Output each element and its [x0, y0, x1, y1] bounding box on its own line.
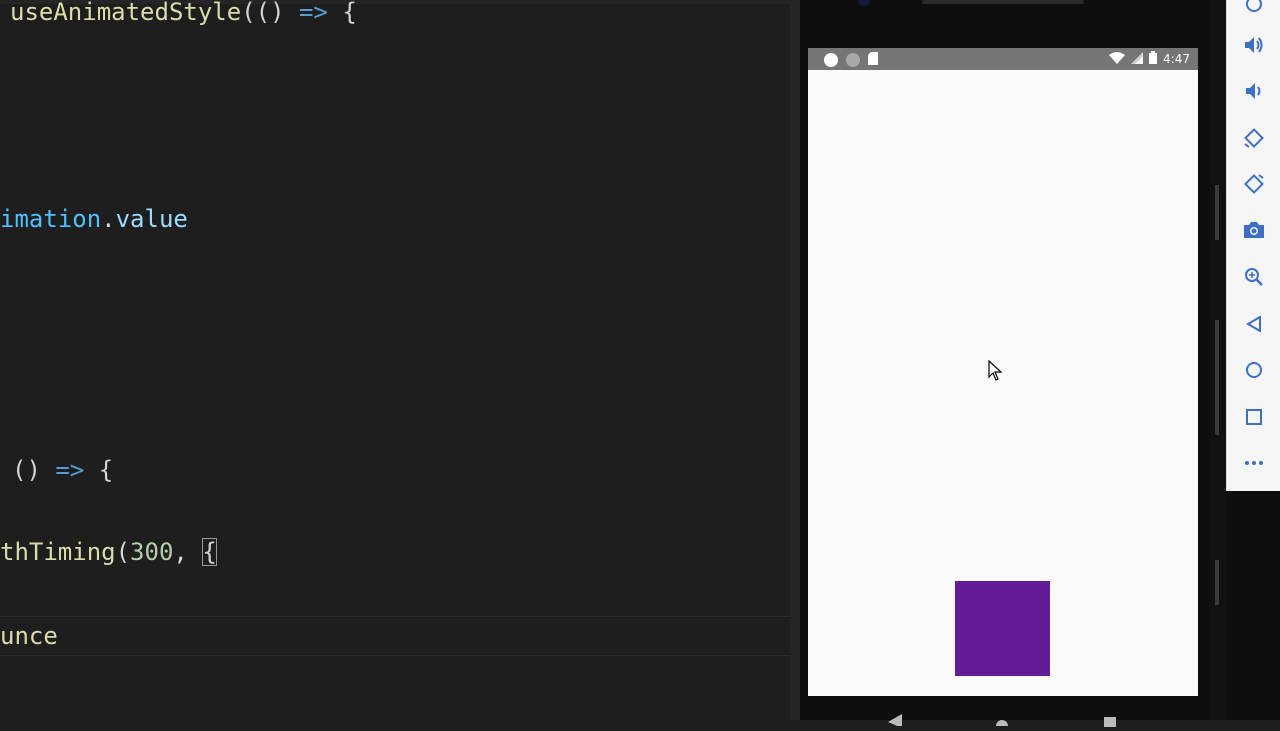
android-status-bar: 4:47	[808, 48, 1198, 70]
code-token: value	[115, 205, 188, 233]
code-token: {	[202, 538, 217, 566]
code-token: thTiming	[0, 538, 116, 566]
code-token: =>	[298, 0, 328, 26]
device-speaker	[922, 0, 1084, 4]
code-token: ()	[12, 456, 56, 484]
home-icon[interactable]	[1227, 350, 1280, 390]
code-editor[interactable]: useAnimatedStyle(() => { imation.value (…	[0, 0, 790, 720]
signal-icon	[1131, 51, 1144, 67]
camera-icon[interactable]	[1227, 210, 1280, 250]
code-token: .	[101, 205, 116, 233]
code-token: {	[84, 456, 114, 484]
code-token: 300	[130, 538, 174, 566]
mouse-cursor-icon	[988, 359, 1003, 386]
volume-down-icon[interactable]	[1227, 71, 1280, 111]
code-line[interactable]: unce	[0, 621, 58, 651]
code-token: ,	[173, 538, 203, 566]
code-line[interactable]: useAnimatedStyle(() => {	[10, 0, 357, 27]
code-line[interactable]: thTiming(300, {	[0, 537, 217, 567]
code-token: (()	[241, 0, 299, 26]
more-icon[interactable]	[1227, 443, 1280, 483]
rotate-left-icon[interactable]	[1227, 118, 1280, 158]
editor-scrollbar[interactable]	[790, 0, 800, 720]
wifi-icon	[1109, 51, 1126, 67]
code-token: (	[115, 538, 131, 566]
code-token: {	[327, 0, 357, 26]
code-token: unce	[0, 622, 58, 650]
rotate-right-icon[interactable]	[1227, 164, 1280, 204]
back-icon[interactable]	[1227, 304, 1280, 344]
zoom-icon[interactable]	[1227, 257, 1280, 297]
notification-dot-icon	[824, 53, 838, 67]
code-token: =>	[55, 456, 85, 484]
power-icon[interactable]	[1227, 0, 1280, 24]
emulator-toolbar	[1226, 0, 1280, 491]
nav-home-icon[interactable]	[995, 711, 1009, 731]
code-line[interactable]: () => {	[12, 455, 113, 485]
status-time: 4:47	[1163, 52, 1190, 66]
code-token: imation	[0, 205, 102, 233]
sd-card-icon	[868, 52, 878, 68]
overview-icon[interactable]	[1227, 397, 1280, 437]
nav-back-icon[interactable]	[888, 711, 902, 730]
toolbar-backdrop	[1226, 491, 1280, 720]
volume-up-icon[interactable]	[1227, 25, 1280, 65]
app-screen[interactable]	[808, 70, 1198, 696]
animated-box[interactable]	[955, 581, 1050, 676]
code-line[interactable]: imation.value	[0, 204, 188, 234]
battery-icon	[1149, 51, 1158, 67]
toolbar-track	[1210, 0, 1226, 720]
android-nav-bar	[808, 705, 1198, 731]
current-line-highlight	[0, 616, 790, 656]
code-token: useAnimatedStyle	[10, 0, 242, 26]
nav-overview-icon[interactable]	[1104, 712, 1116, 731]
notification-dot-icon	[846, 53, 860, 67]
